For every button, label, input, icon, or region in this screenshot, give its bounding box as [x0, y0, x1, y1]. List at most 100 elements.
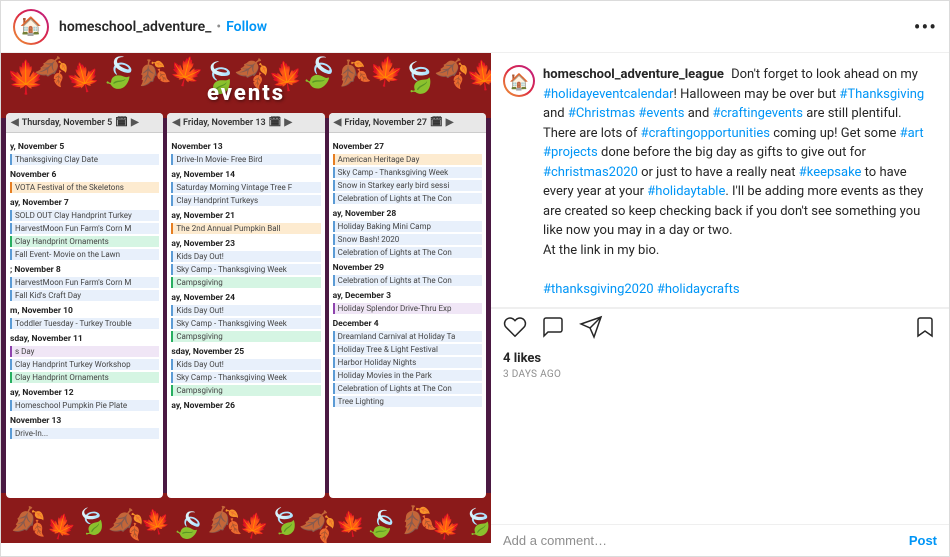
caption-avatar[interactable]: 🏠 — [503, 65, 535, 97]
hashtag-christmas[interactable]: #Christmas — [568, 106, 635, 121]
cal-header-1: ◀ Thursday, November 5 🗓 ▶ — [6, 113, 163, 133]
action-icons-row — [503, 315, 937, 345]
cal-header-3: ◀ Friday, November 27 🗓 ▶ — [329, 113, 486, 133]
comment-button[interactable] — [541, 315, 565, 345]
right-user-header: 🏠 homeschool_adventure_league Don't forg… — [491, 53, 949, 308]
cal-event: Snow in Starkey early bird sessi — [333, 180, 482, 191]
hashtag-craftingopportunities[interactable]: #craftingopportunities — [641, 126, 770, 141]
cal-event: Celebration of Lights at The Con — [333, 247, 482, 258]
leaves-bottom-decoration: 🍂 🍁 🍃 🍂 🍁 🍃 🍂 🍁 🍃 🍂 🍁 🍃 🍂 🍁 🍃 — [1, 493, 491, 543]
cal-arrow-right-1: ▶ — [131, 117, 139, 128]
header-avatar[interactable]: 🏠 — [13, 9, 49, 45]
cal-date: ay, November 14 — [171, 170, 320, 180]
cal-arrow-right-3: ▶ — [446, 117, 454, 128]
caption-username[interactable]: homeschool_adventure_league — [543, 67, 724, 82]
cal-event: Drive-In Movie- Free Bird — [171, 154, 320, 165]
cal-arrow-right-2: ▶ — [284, 117, 292, 128]
cal-event: The 2nd Annual Pumpkin Ball — [171, 223, 320, 234]
cal-event: Kids Day Out! — [171, 359, 320, 370]
cal-event: Tree Lighting — [333, 396, 482, 407]
post-header: 🏠 homeschool_adventure_ • Follow ••• — [1, 1, 949, 53]
cal-icon-1: 🗓 — [115, 117, 128, 128]
calendar-column-1: ◀ Thursday, November 5 🗓 ▶ y, November 5… — [6, 113, 163, 498]
cal-event: Snow Bash! 2020 — [333, 234, 482, 245]
cal-event: American Heritage Day — [333, 154, 482, 165]
cal-event: Sky Camp - Thanksgiving Week — [171, 318, 320, 329]
image-title: events — [1, 81, 491, 106]
cal-date: ay, November 28 — [333, 209, 482, 219]
cal-event: Campsgiving — [171, 385, 320, 396]
hashtag-thanksgiving2020[interactable]: #thanksgiving2020 #holidaycrafts — [543, 282, 740, 297]
time-ago: 3 days ago — [503, 369, 937, 380]
cal-date: sday, November 11 — [10, 334, 159, 344]
cal-header-text-2: Friday, November 13 — [183, 118, 266, 128]
cal-event: HarvestMoon Fun Farm's Corn M — [10, 223, 159, 234]
hashtag-art[interactable]: #art — [900, 126, 924, 141]
cal-date: sday, November 25 — [171, 347, 320, 357]
hashtag-thanksgiving[interactable]: #Thanksgiving — [839, 87, 924, 102]
calendar-grid: ◀ Thursday, November 5 🗓 ▶ y, November 5… — [6, 113, 486, 498]
comment-input[interactable] — [503, 533, 909, 548]
cal-date: ay, November 26 — [171, 401, 320, 411]
cal-event: Sky Camp - Thanksgiving Week — [333, 167, 482, 178]
cal-date: ay, November 12 — [10, 388, 159, 398]
header-dot: • — [216, 19, 221, 35]
header-username[interactable]: homeschool_adventure_ — [59, 19, 211, 35]
cal-date: November 27 — [333, 142, 482, 152]
cal-event: Sky Camp - Thanksgiving Week — [171, 264, 320, 275]
cal-body-2: November 13 Drive-In Movie- Free Bird ay… — [167, 133, 324, 417]
cal-event: Saturday Morning Vintage Tree F — [171, 182, 320, 193]
more-options-button[interactable]: ••• — [914, 15, 937, 39]
hashtag-craftingevents[interactable]: #craftingevents — [713, 106, 804, 121]
cal-event: Holiday Splendor Drive-Thru Exp — [333, 303, 482, 314]
calendar-column-3: ◀ Friday, November 27 🗓 ▶ November 27 Am… — [329, 113, 486, 498]
post-actions: 4 likes 3 days ago — [491, 308, 949, 386]
cal-event: Sky Camp - Thanksgiving Week — [171, 372, 320, 383]
cal-icon-2: 🗓 — [269, 117, 282, 128]
hashtag-events[interactable]: #events — [638, 106, 684, 121]
cal-event: Dreamland Carnival at Holiday Ta — [333, 331, 482, 342]
cal-icon-3: 🗓 — [430, 117, 443, 128]
cal-header-text-1: Thursday, November 5 — [22, 118, 113, 128]
share-button[interactable] — [579, 315, 603, 345]
cal-date: m, November 10 — [10, 306, 159, 316]
cal-event: Homeschool Pumpkin Pie Plate — [10, 400, 159, 411]
cal-event: Celebration of Lights at The Con — [333, 193, 482, 204]
cal-event: SOLD OUT Clay Handprint Turkey — [10, 210, 159, 221]
cal-event: Campsgiving — [171, 277, 320, 288]
hashtag-keepsake[interactable]: #keepsake — [799, 165, 862, 180]
cal-event: Clay Handprint Turkeys — [171, 195, 320, 206]
cal-event: Harbor Holiday Nights — [333, 357, 482, 368]
cal-event: Celebration of Lights at The Con — [333, 383, 482, 394]
post-comment-button[interactable]: Post — [909, 533, 937, 548]
cal-body-3: November 27 American Heritage Day Sky Ca… — [329, 133, 486, 413]
hashtag-projects[interactable]: #projects — [543, 145, 598, 160]
cal-date: ay, November 21 — [171, 211, 320, 221]
like-button[interactable] — [503, 315, 527, 345]
cal-date: ay, November 7 — [10, 198, 159, 208]
cal-body-1: y, November 5 Thanksgiving Clay Date Nov… — [6, 133, 163, 445]
cal-event: Toddler Tuesday - Turkey Trouble — [10, 318, 159, 329]
cal-event: s Day — [10, 346, 159, 357]
cal-header-2: ◀ Friday, November 13 🗓 ▶ — [167, 113, 324, 133]
cal-date: December 4 — [333, 319, 482, 329]
cal-event: Clay Handprint Ornaments — [10, 372, 159, 383]
cal-event: VOTA Festival of the Skeletons — [10, 182, 159, 193]
cal-date: ay, December 3 — [333, 291, 482, 301]
hashtag-christmas2020[interactable]: #christmas2020 — [543, 165, 638, 180]
cal-date: November 29 — [333, 263, 482, 273]
cal-event: Campsgiving — [171, 331, 320, 342]
cal-event: Kids Day Out! — [171, 251, 320, 262]
hashtag-holidaytable[interactable]: #holidaytable — [647, 184, 725, 199]
cal-event: Holiday Movies in the Park — [333, 370, 482, 381]
cal-event: Fall Kid's Craft Day — [10, 290, 159, 301]
likes-count: 4 likes — [503, 351, 937, 366]
hashtag-holidayeventcalendar[interactable]: #holidayeventcalendar — [543, 87, 674, 102]
follow-button[interactable]: Follow — [226, 19, 267, 35]
cal-event: Holiday Tree & Light Festival — [333, 344, 482, 355]
bookmark-button[interactable] — [913, 315, 937, 345]
cal-event: Thanksgiving Clay Date — [10, 154, 159, 165]
post-caption: homeschool_adventure_league Don't forget… — [543, 65, 937, 299]
cal-date: November 6 — [10, 170, 159, 180]
cal-event: Celebration of Lights at The Con — [333, 275, 482, 286]
